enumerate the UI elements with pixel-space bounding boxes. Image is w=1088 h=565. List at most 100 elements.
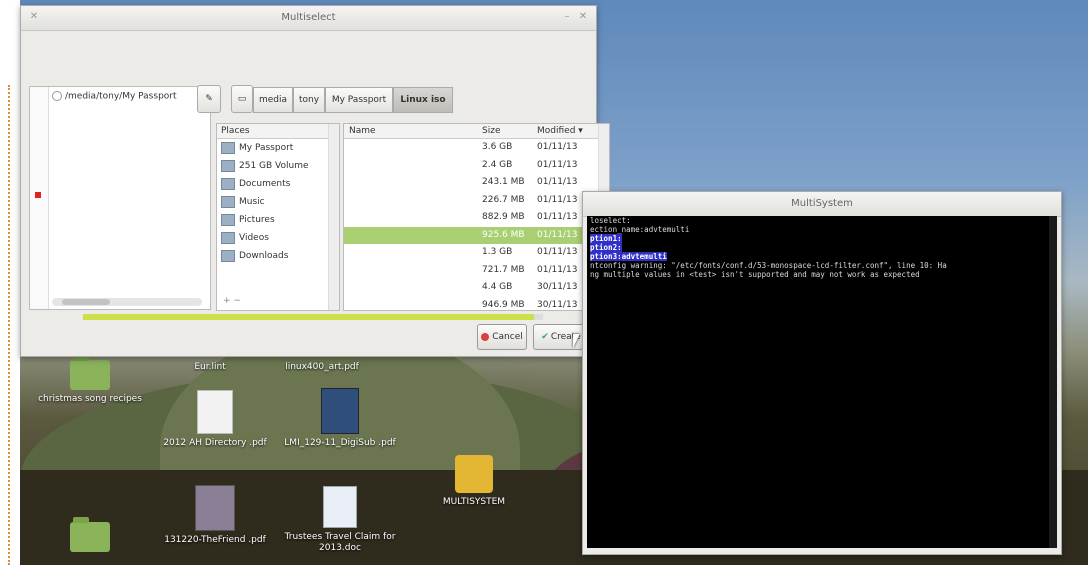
place-item[interactable]: Pictures [217, 211, 339, 229]
desktop-icon-pdf[interactable]: 131220-TheFriend .pdf [155, 485, 275, 546]
desktop-icon-label: LMI_129-11_DigiSub .pdf [284, 438, 396, 448]
file-size: 1.3 GB [482, 247, 513, 257]
place-label: 251 GB Volume [239, 161, 309, 171]
desktop-icon-partial[interactable]: linux400_art.pdf [262, 362, 382, 373]
desktop-icon-folder[interactable] [30, 517, 150, 556]
place-label: My Passport [239, 143, 294, 153]
file-size: 925.6 MB [482, 229, 525, 240]
edit-path-button[interactable]: ✎ [197, 85, 221, 113]
column-size-header[interactable]: Size [482, 124, 534, 138]
column-modified-header[interactable]: Modified ▾ [537, 124, 595, 138]
scrollbar-thumb[interactable] [62, 299, 110, 305]
crumb-linux-iso[interactable]: Linux iso [393, 87, 453, 113]
magazine-cover-icon [321, 388, 359, 434]
terminal-output[interactable]: loselect: ection_name:advtemulti ption1: pt… [587, 216, 1057, 548]
place-item[interactable]: Music [217, 193, 339, 211]
desktop-icon-pdf[interactable]: 2012 AH Directory .pdf [155, 390, 275, 449]
file-row[interactable]: FreeBSD-9.2-RELEAS...2.4 GB01/11/13 [344, 157, 609, 175]
horizontal-scrollbar[interactable] [52, 298, 202, 306]
file-row[interactable]: ubuntu-13.10-deskt...925.6 MB01/11/13 [344, 226, 609, 244]
terminal-line: ption1: [590, 234, 622, 243]
radio-icon[interactable] [52, 91, 62, 101]
page-gutter [0, 0, 20, 565]
place-label: Videos [239, 233, 269, 243]
file-size: 721.7 MB [482, 264, 525, 275]
cancel-button[interactable]: Cancel [477, 324, 527, 350]
close-icon[interactable]: ✕ [576, 10, 590, 24]
path-label: /media/tony/My Passport [65, 91, 177, 102]
file-size: 3.6 GB [482, 142, 513, 152]
desktop-icon-app[interactable]: MULTISYSTEM [414, 455, 534, 508]
file-modified: 01/11/13 [537, 177, 578, 187]
file-row[interactable]: FOROS-2-RELEASE-...3.6 GB01/11/13 [344, 139, 609, 157]
desktop-icon-label: 131220-TheFriend .pdf [164, 535, 266, 545]
crumb-label: My Passport [331, 95, 387, 105]
file-size: 243.1 MB [482, 177, 525, 187]
folder-icon [70, 517, 110, 552]
add-remove-place-buttons[interactable]: + − [223, 296, 241, 306]
multisystem-app-icon [455, 455, 493, 493]
terminal-line: ng multiple values in <test> isn't suppo… [590, 270, 920, 279]
place-item[interactable]: 251 GB Volume [217, 157, 339, 175]
music-folder-icon [221, 195, 235, 208]
path-list-item[interactable]: /media/tony/My Passport [52, 91, 177, 102]
file-size: 2.4 GB [482, 159, 513, 170]
place-label: Documents [239, 179, 291, 189]
crumb-my-passport[interactable]: My Passport [325, 87, 393, 113]
desktop-icon-label: christmas song recipes [38, 394, 142, 404]
file-row[interactable]: openBSDamd64.iso243.1 MB01/11/13 [344, 174, 609, 192]
drive-icon [221, 141, 235, 154]
file-size: 226.7 MB [482, 194, 525, 205]
desktop-icon-folder[interactable]: christmas song recipes [30, 355, 150, 405]
file-row[interactable]: ubuntu-12.04-deskt...721.7 MB01/11/13 [344, 262, 609, 280]
place-item[interactable]: Downloads [217, 247, 339, 265]
terminal-line: loselect: [590, 216, 631, 225]
file-modified: 01/11/13 [537, 142, 578, 152]
terminal-line: ection_name:advtemulti [590, 225, 690, 234]
document-icon [323, 486, 357, 528]
folder-icon [70, 355, 110, 390]
vertical-scrollbar[interactable] [328, 124, 339, 310]
places-header[interactable]: Places [217, 124, 339, 139]
desktop-icon-label: Trustees Travel Claim for 2013.doc [284, 532, 396, 553]
cancel-icon [481, 332, 490, 341]
multisystem-terminal-window: MultiSystem loselect: ection_name:advtemu… [582, 191, 1062, 555]
minimize-icon[interactable]: – [560, 10, 574, 24]
vertical-scrollbar[interactable] [1049, 216, 1057, 548]
desktop-icon-partial[interactable]: Eur.lint [150, 362, 270, 373]
terminal-titlebar[interactable]: MultiSystem [583, 192, 1061, 217]
folder-icon [221, 177, 235, 190]
videos-folder-icon [221, 231, 235, 244]
crumb-label: media [258, 95, 288, 105]
file-list-header: Name Size Modified ▾ [344, 124, 609, 139]
selected-paths-list[interactable]: /media/tony/My Passport [29, 86, 211, 310]
downloads-folder-icon [221, 249, 235, 262]
remove-marker-icon[interactable] [35, 192, 41, 198]
desktop-icon-pdf[interactable]: LMI_129-11_DigiSub .pdf [280, 388, 400, 449]
file-row[interactable]: openSUSE-13.1-KDE...946.9 MB30/11/13 [344, 297, 609, 315]
file-size: 4.4 GB [482, 282, 513, 292]
crumb-tony[interactable]: tony [293, 87, 325, 113]
dialog-titlebar[interactable]: Multiselect ✕ – ✕ [21, 6, 596, 31]
file-row[interactable]: kubuntu-13.10-desk...882.9 MB01/11/13 [344, 209, 609, 227]
desktop-icon-doc[interactable]: Trustees Travel Claim for 2013.doc [280, 486, 400, 554]
crumb-media[interactable]: media [253, 87, 293, 113]
window-menu-icon[interactable]: ✕ [27, 10, 41, 24]
multiselect-dialog: Multiselect ✕ – ✕ /media/tony/My Passpor… [20, 5, 610, 357]
file-row[interactable]: openSUSE-13.1-DVD...4.4 GB30/11/13 [344, 279, 609, 297]
filesystem-root-button[interactable]: ▭ [231, 85, 253, 113]
file-row[interactable]: openBSD386.iso226.7 MB01/11/13 [344, 192, 609, 210]
create-button[interactable]: ✔ Create [533, 324, 589, 350]
desktop-icon-label: 2012 AH Directory .pdf [163, 438, 267, 448]
file-row[interactable]: linuxmint-201303-m...1.3 GB01/11/13 [344, 244, 609, 262]
place-label: Downloads [239, 251, 289, 261]
crumb-label: Linux iso [400, 95, 446, 105]
pictures-folder-icon [221, 213, 235, 226]
place-item[interactable]: Videos [217, 229, 339, 247]
column-name-header[interactable]: Name [349, 124, 481, 138]
desktop-icon-label: Eur.lint [194, 362, 226, 372]
place-item[interactable]: My Passport [217, 139, 339, 157]
photo-thumbnail-icon [195, 485, 235, 531]
place-item[interactable]: Documents [217, 175, 339, 193]
cancel-label: Cancel [492, 332, 523, 342]
